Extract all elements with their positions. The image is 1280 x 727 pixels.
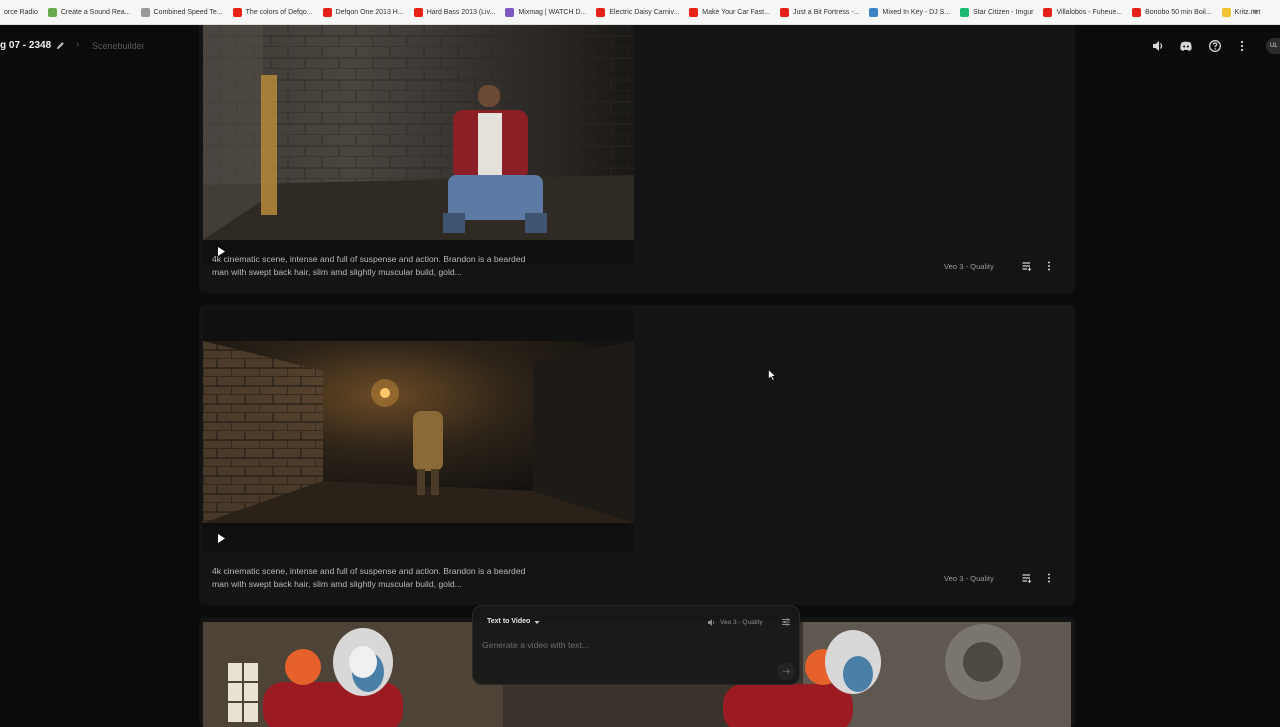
generation-mode-select[interactable]: Text to Video	[487, 618, 530, 625]
bookmark-label: Star Citizen - Imgur	[973, 8, 1034, 16]
bookmark-favicon-icon	[505, 7, 515, 17]
bookmark-favicon-icon	[779, 7, 789, 17]
scene-card: 4k cinematic scene, intense and full of …	[199, 25, 1075, 293]
bookmark-favicon-icon	[413, 7, 423, 17]
playlist-add-icon[interactable]	[1021, 572, 1033, 584]
bookmark-favicon-icon	[1132, 7, 1142, 17]
bookmark-item[interactable]: Just a Bit Fortress -...	[776, 0, 866, 24]
bookmark-favicon-icon	[869, 7, 879, 17]
bookmark-favicon-icon	[47, 7, 57, 17]
bookmark-item[interactable]: Bonobo 50 min Boil...	[1128, 0, 1218, 24]
playlist-add-icon[interactable]	[1021, 260, 1033, 272]
play-icon[interactable]	[217, 533, 226, 544]
bookmark-favicon-icon	[232, 7, 242, 17]
send-button[interactable]	[777, 662, 795, 680]
video-preview[interactable]	[203, 341, 634, 523]
bookmark-favicon-icon	[140, 7, 150, 17]
more-vert-icon[interactable]	[1043, 260, 1055, 272]
bookmark-label: Electric Daisy Carniv...	[609, 8, 680, 16]
bookmark-favicon-icon	[689, 7, 699, 17]
bookmark-item[interactable]: Star Citizen - Imgur	[956, 0, 1039, 24]
breadcrumb-separator: ›	[76, 39, 80, 50]
bookmark-label: orce Radio	[4, 8, 38, 16]
bookmark-label: Bonobo 50 min Boil...	[1145, 8, 1212, 16]
bookmarks-overflow-button[interactable]: »	[1252, 6, 1258, 17]
bookmark-item[interactable]: Mixed In Key - DJ S...	[865, 0, 956, 24]
bookmark-item[interactable]: Create a Sound Rea...	[44, 0, 137, 24]
project-title[interactable]: g 07 - 2348	[0, 40, 51, 51]
more-vert-icon[interactable]	[1235, 39, 1249, 53]
bookmarks-bar: orce Radio Create a Sound Rea... Combined …	[0, 0, 1280, 25]
caret-down-icon[interactable]	[534, 620, 540, 625]
mouse-cursor-icon	[768, 369, 776, 381]
more-vert-icon[interactable]	[1043, 572, 1055, 584]
bookmark-label: Hard Bass 2013 (Liv...	[426, 8, 496, 16]
bookmark-item[interactable]: The colors of Defqo...	[229, 0, 319, 24]
bookmark-item[interactable]: Electric Daisy Carniv...	[592, 0, 685, 24]
arrow-right-icon	[782, 668, 790, 674]
composer-model[interactable]: Veo 3 - Quality	[720, 619, 763, 626]
scene-prompt[interactable]: 4k cinematic scene, intense and full of …	[212, 253, 532, 278]
bookmark-label: Combined Speed Te...	[153, 8, 223, 16]
scene-card: 4k cinematic scene, intense and full of …	[199, 305, 1075, 605]
bookmark-item[interactable]: orce Radio	[0, 0, 44, 24]
bookmark-label: Villalobos - Fuheue...	[1056, 8, 1123, 16]
speaker-icon[interactable]	[1151, 39, 1165, 53]
bookmark-label: Just a Bit Fortress -...	[792, 8, 860, 16]
bookmark-label: The colors of Defqo...	[245, 8, 313, 16]
bookmark-item[interactable]: Defqon One 2013 H...	[319, 0, 410, 24]
video-preview[interactable]	[203, 25, 634, 240]
bookmark-favicon-icon	[1043, 7, 1053, 17]
bookmark-label: Create a Sound Rea...	[60, 8, 131, 16]
video-controls	[203, 523, 634, 552]
bookmark-item[interactable]: Mixmag | WATCH D...	[501, 0, 592, 24]
bookmark-item[interactable]: Make Your Car Fast...	[685, 0, 776, 24]
scene-model: Veo 3 - Quality	[944, 262, 994, 271]
bookmark-label: Mixed In Key - DJ S...	[882, 8, 951, 16]
speaker-icon	[708, 619, 715, 626]
bookmark-item[interactable]: Villalobos - Fuheue...	[1039, 0, 1128, 24]
bookmark-item[interactable]: Hard Bass 2013 (Liv...	[410, 0, 502, 24]
scene-model: Veo 3 - Quality	[944, 574, 994, 583]
bookmark-label: Defqon One 2013 H...	[335, 8, 404, 16]
bookmark-favicon-icon	[960, 7, 970, 17]
bookmark-favicon-icon	[596, 7, 606, 17]
breadcrumb-current[interactable]: Scenebuilder	[92, 41, 145, 51]
discord-icon[interactable]	[1179, 39, 1193, 53]
bookmark-label: Make Your Car Fast...	[702, 8, 770, 16]
video-letterbox	[203, 310, 634, 341]
corridor-scene-image	[203, 341, 634, 523]
user-avatar[interactable]: UL	[1266, 38, 1280, 54]
bookmark-favicon-icon	[1221, 7, 1231, 17]
prompt-composer: Text to Video Veo 3 - Quality	[472, 605, 800, 685]
scene-prompt[interactable]: 4k cinematic scene, intense and full of …	[212, 565, 532, 590]
pencil-icon[interactable]	[56, 41, 65, 50]
prompt-input[interactable]	[482, 637, 732, 653]
bookmark-label: Mixmag | WATCH D...	[518, 8, 587, 16]
help-icon[interactable]	[1208, 39, 1222, 53]
bookmark-favicon-icon	[322, 7, 332, 17]
bookmark-item[interactable]: Combined Speed Te...	[137, 0, 229, 24]
bookmark-item[interactable]: Kritz.net	[1218, 0, 1267, 24]
dungeon-scene-image	[203, 25, 634, 240]
tune-icon[interactable]	[781, 617, 791, 627]
